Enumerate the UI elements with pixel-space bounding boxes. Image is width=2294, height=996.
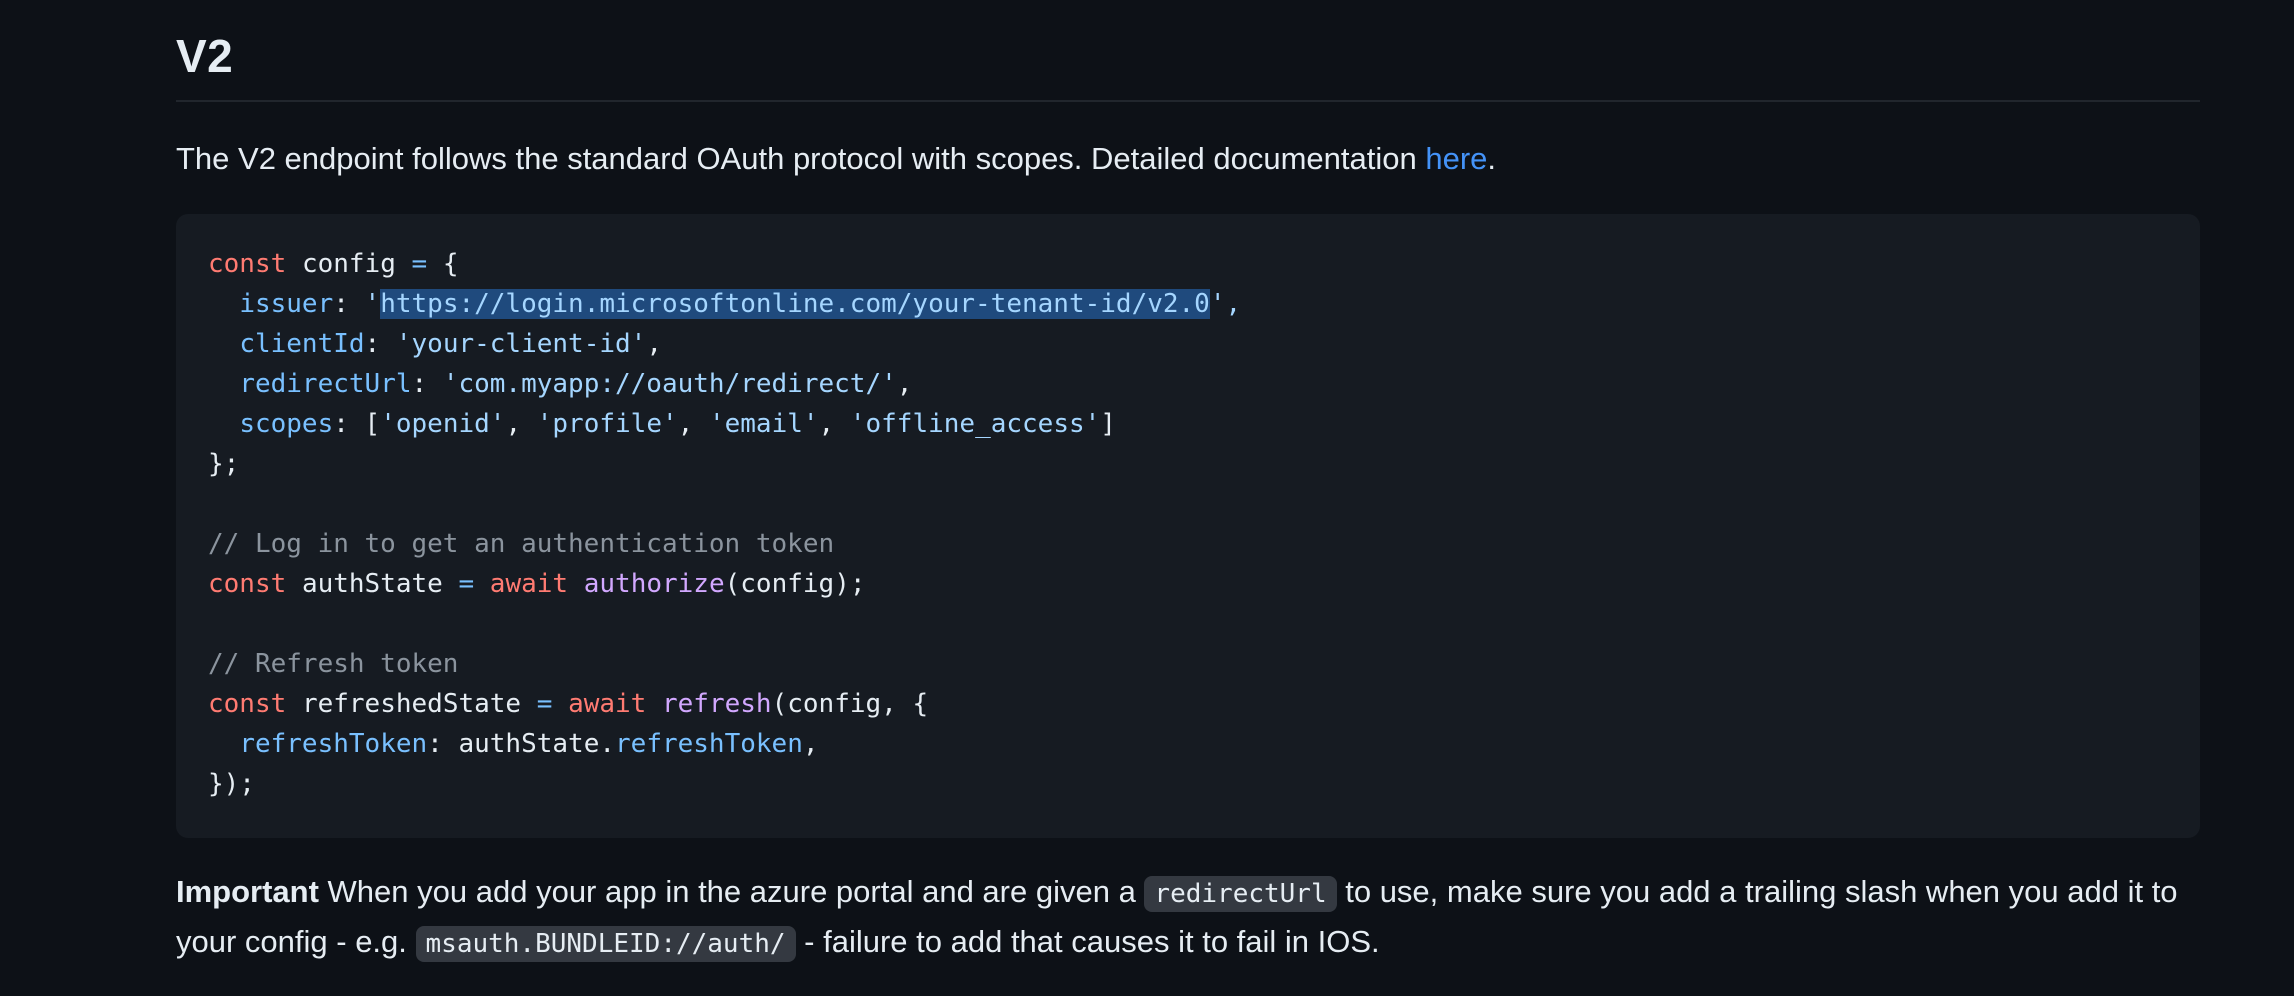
documentation-link[interactable]: here: [1425, 141, 1487, 176]
keyword: const: [208, 569, 287, 599]
property-key: redirectUrl: [239, 369, 412, 399]
intro-paragraph: The V2 endpoint follows the standard OAu…: [176, 136, 1496, 182]
code-line: };: [208, 444, 1241, 484]
code-line: refreshToken: authState.refreshToken,: [239, 729, 819, 759]
code-line: scopes: ['openid', 'profile', 'email', '…: [239, 409, 1116, 439]
call-args: (config, {: [771, 689, 929, 719]
operator: =: [536, 689, 553, 719]
property-key: clientId: [239, 329, 365, 359]
identifier: config: [301, 249, 396, 279]
code-line: issuer: 'https://login.microsoftonline.c…: [239, 289, 1242, 319]
string-value: 'profile': [536, 409, 678, 439]
code-content[interactable]: const config = { issuer: 'https://login.…: [208, 244, 1241, 804]
identifier: authState: [301, 569, 443, 599]
function-name: authorize: [583, 569, 725, 599]
string-value: 'openid': [380, 409, 506, 439]
keyword: const: [208, 689, 287, 719]
property-key: issuer: [239, 289, 334, 319]
code-comment: // Log in to get an authentication token: [208, 529, 835, 559]
property-access: refreshToken: [615, 729, 803, 759]
keyword: await: [489, 569, 569, 599]
code-line: const authState = await authorize(config…: [208, 564, 1241, 604]
keyword: const: [208, 249, 287, 279]
note-text: When you add your app in the azure porta…: [318, 874, 1145, 909]
identifier: authState.: [458, 729, 616, 759]
operator: =: [411, 249, 428, 279]
intro-text: The V2 endpoint follows the standard OAu…: [176, 141, 1426, 176]
important-note: Important When you add your app in the a…: [176, 868, 2200, 968]
string-value: 'email': [708, 409, 819, 439]
code-line: clientId: 'your-client-id',: [239, 329, 662, 359]
call-args: (config);: [724, 569, 866, 599]
inline-code-redirecturl: redirectUrl: [1144, 876, 1337, 912]
string-quote: ': [364, 289, 381, 319]
code-comment: // Refresh token: [208, 649, 459, 679]
property-key: refreshToken: [239, 729, 428, 759]
property-key: scopes: [239, 409, 334, 439]
punctuation: };: [208, 449, 240, 479]
string-value: 'offline_access': [849, 409, 1101, 439]
identifier: refreshedState: [301, 689, 522, 719]
section-heading: V2: [176, 30, 234, 82]
operator: =: [458, 569, 475, 599]
code-line: // Log in to get an authentication token: [208, 524, 1241, 564]
string-quote: ',: [1209, 289, 1242, 319]
code-line: });: [208, 764, 1241, 804]
string-value: 'com.myapp://oauth/redirect/': [442, 369, 897, 399]
code-line: const config = {: [208, 244, 1241, 284]
heading-divider: [176, 100, 2200, 102]
code-block[interactable]: const config = { issuer: 'https://login.…: [176, 214, 2200, 838]
selected-issuer-url[interactable]: https://login.microsoftonline.com/your-t…: [380, 289, 1210, 319]
intro-trailing: .: [1487, 141, 1497, 176]
punctuation: });: [208, 769, 255, 799]
punctuation: {: [442, 249, 459, 279]
code-line: // Refresh token: [208, 644, 1241, 684]
inline-code-bundleid: msauth.BUNDLEID://auth/: [415, 926, 796, 962]
important-label: Important: [176, 874, 319, 909]
function-name: refresh: [662, 689, 772, 719]
keyword: await: [568, 689, 647, 719]
note-text: - failure to add that causes it to fail …: [795, 924, 1380, 959]
code-line: const refreshedState = await refresh(con…: [208, 684, 1241, 724]
code-line: redirectUrl: 'com.myapp://oauth/redirect…: [239, 369, 913, 399]
string-value: 'your-client-id': [395, 329, 647, 359]
